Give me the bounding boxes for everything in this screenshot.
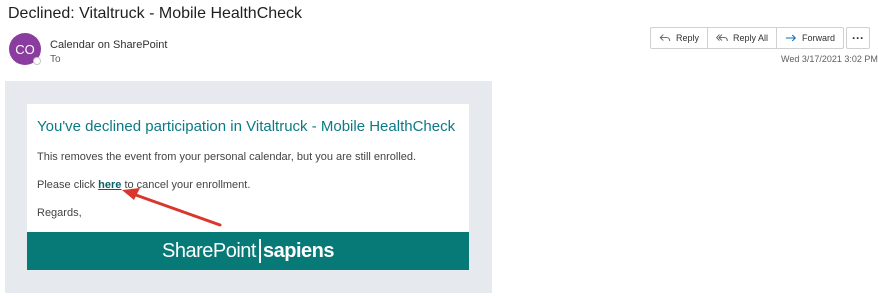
forward-label: Forward xyxy=(801,33,835,43)
received-date: Wed 3/17/2021 3:02 PM xyxy=(781,54,878,64)
reply-label: Reply xyxy=(675,33,699,43)
reply-button[interactable]: Reply xyxy=(651,28,708,48)
sender-name[interactable]: Calendar on SharePoint xyxy=(50,39,167,51)
email-subject: Declined: Vitaltruck - Mobile HealthChec… xyxy=(8,5,303,22)
sharepoint-sapiens-banner: SharePoint sapiens xyxy=(27,232,469,270)
reply-icon xyxy=(659,34,671,42)
message-card: You've declined participation in Vitaltr… xyxy=(27,104,469,270)
forward-arrow-icon xyxy=(785,34,796,42)
avatar-initials: CO xyxy=(15,41,35,57)
presence-status-icon xyxy=(33,57,41,65)
more-options-icon: ··· xyxy=(852,31,864,45)
line-2-suffix: to cancel your enrollment. xyxy=(121,179,251,191)
message-body-frame: You've declined participation in Vitaltr… xyxy=(5,81,492,293)
reply-all-icon xyxy=(716,34,728,42)
message-line-1: This removes the event from your persona… xyxy=(37,151,417,163)
reply-all-label: Reply All xyxy=(732,33,768,43)
cancel-enrollment-link[interactable]: here xyxy=(98,179,121,191)
logo-sharepoint: SharePoint xyxy=(162,239,256,262)
logo-sapiens: sapiens xyxy=(262,239,334,262)
message-line-2: Please click here to cancel your enrollm… xyxy=(37,179,250,191)
message-closing: Regards, xyxy=(37,207,82,219)
forward-button[interactable]: Forward xyxy=(777,28,843,48)
message-heading: You've declined participation in Vitaltr… xyxy=(37,118,456,135)
reply-all-button[interactable]: Reply All xyxy=(708,28,777,48)
line-2-prefix: Please click xyxy=(37,179,99,191)
logo-divider xyxy=(258,239,261,263)
to-label: To xyxy=(50,54,61,65)
message-actions: Reply Reply All Forward xyxy=(650,27,844,49)
more-actions-button[interactable]: ··· xyxy=(846,27,870,49)
